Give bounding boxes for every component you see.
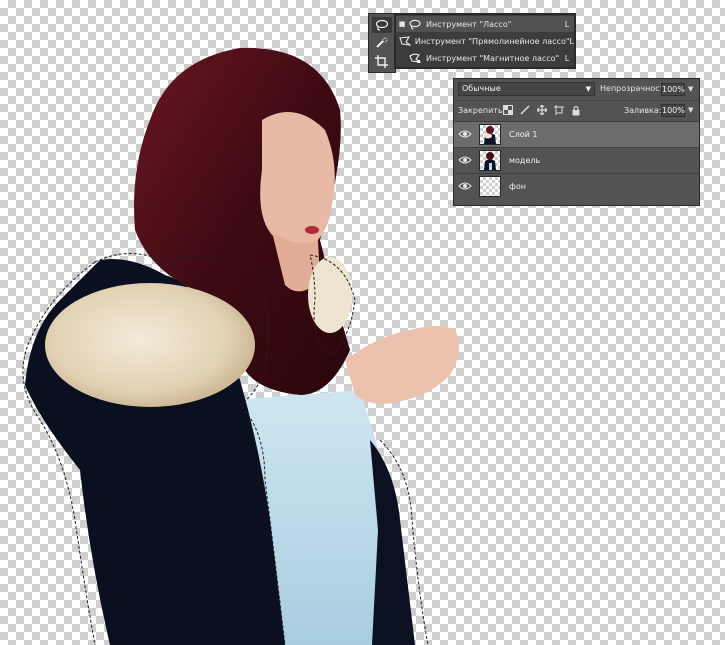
quick-selection-tool-button[interactable] bbox=[372, 35, 392, 51]
shortcut-key: L bbox=[569, 36, 574, 46]
layer-thumbnail bbox=[479, 150, 501, 171]
lock-transparent-pixels-icon[interactable] bbox=[502, 104, 514, 116]
blend-mode-value: Обычные bbox=[462, 84, 501, 93]
eye-icon[interactable] bbox=[458, 155, 472, 165]
lock-label: Закрепить: bbox=[458, 106, 506, 115]
fill-slider-arrow-icon[interactable]: ▼ bbox=[688, 106, 693, 114]
flyout-item-magnetic-lasso[interactable]: Инструмент "Магнитное лассо" L bbox=[396, 50, 574, 66]
lasso-tools-flyout: ■ Инструмент "Лассо" L Инструмент "Прямо… bbox=[394, 13, 576, 69]
quick-selection-brush-icon bbox=[376, 37, 388, 48]
layer-row-model[interactable]: модель bbox=[454, 147, 699, 173]
lock-position-icon[interactable] bbox=[536, 104, 548, 116]
crop-icon bbox=[375, 54, 388, 68]
flyout-item-label: Инструмент "Лассо" bbox=[426, 19, 512, 29]
fill-label: Заливка: bbox=[624, 106, 662, 115]
shortcut-key: L bbox=[564, 53, 570, 63]
lock-fill-row: Закрепить: Заливка: 100% ▼ bbox=[454, 100, 699, 121]
layers-panel: Обычные ▼ Непрозрачность: 100% ▼ Закрепи… bbox=[453, 78, 700, 206]
chevron-down-icon: ▼ bbox=[585, 85, 591, 93]
layer-name: модель bbox=[509, 156, 541, 165]
layer-name: Слой 1 bbox=[509, 130, 538, 139]
layer-thumbnail bbox=[479, 124, 501, 145]
layer-row-background[interactable]: фон bbox=[454, 173, 699, 199]
flyout-item-polygonal-lasso[interactable]: Инструмент "Прямолинейное лассо" L bbox=[396, 33, 574, 49]
lock-image-pixels-icon[interactable] bbox=[519, 104, 531, 116]
shortcut-key: L bbox=[564, 19, 570, 29]
layer-name: фон bbox=[509, 182, 526, 191]
blend-opacity-row: Обычные ▼ Непрозрачность: 100% ▼ bbox=[454, 79, 699, 100]
lasso-tool-button[interactable] bbox=[372, 17, 392, 33]
selected-bullet: ■ bbox=[398, 20, 406, 28]
opacity-slider-arrow-icon[interactable]: ▼ bbox=[688, 85, 693, 93]
fill-input[interactable]: 100% bbox=[661, 104, 685, 117]
eye-icon[interactable] bbox=[458, 129, 472, 139]
blend-mode-select[interactable]: Обычные ▼ bbox=[458, 82, 595, 96]
crop-tool-button[interactable] bbox=[372, 53, 392, 69]
layer-thumbnail bbox=[479, 176, 501, 197]
tool-strip bbox=[368, 13, 396, 73]
lock-artboard-icon[interactable] bbox=[553, 104, 565, 116]
eye-icon[interactable] bbox=[458, 181, 472, 191]
lasso-icon bbox=[375, 19, 389, 31]
flyout-item-label: Инструмент "Магнитное лассо" bbox=[426, 53, 560, 63]
lock-all-icon[interactable] bbox=[570, 104, 582, 116]
flyout-item-lasso[interactable]: ■ Инструмент "Лассо" L bbox=[396, 16, 574, 32]
opacity-input[interactable]: 100% bbox=[661, 83, 685, 96]
layer-row-sloi-1[interactable]: Слой 1 bbox=[454, 121, 699, 147]
polygonal-lasso-icon bbox=[399, 35, 411, 47]
flyout-item-label: Инструмент "Прямолинейное лассо" bbox=[414, 36, 570, 46]
lasso-icon bbox=[408, 19, 422, 30]
magnetic-lasso-icon bbox=[408, 53, 422, 64]
